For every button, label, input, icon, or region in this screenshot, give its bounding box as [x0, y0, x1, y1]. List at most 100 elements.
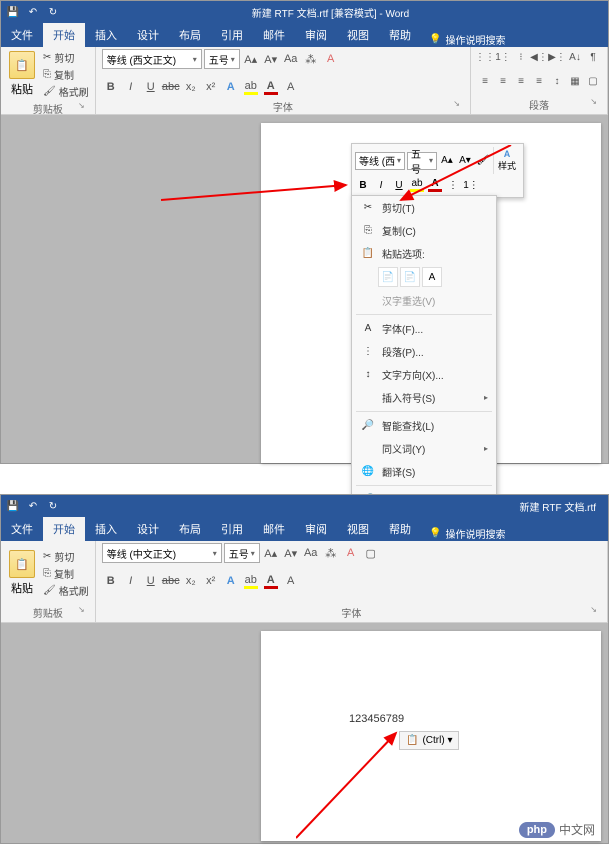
char-border-button[interactable]: ▢: [362, 543, 380, 563]
ctx-paragraph[interactable]: ⋮段落(P)...: [352, 340, 496, 363]
font-color-button[interactable]: A: [262, 77, 280, 97]
redo-icon[interactable]: ↻: [47, 500, 59, 512]
align-right-button[interactable]: ≡: [513, 73, 529, 89]
align-center-button[interactable]: ≡: [495, 73, 511, 89]
text-effects-button[interactable]: A: [222, 77, 240, 97]
expand-icon[interactable]: ↘: [453, 99, 460, 108]
tab-view[interactable]: 视图: [337, 517, 379, 541]
paste-button[interactable]: 📋 粘贴: [7, 548, 37, 598]
highlight-button[interactable]: ab: [242, 571, 260, 591]
tab-view[interactable]: 视图: [337, 23, 379, 47]
subscript-button[interactable]: x₂: [182, 77, 200, 97]
tab-insert[interactable]: 插入: [85, 23, 127, 47]
phonetic-button[interactable]: ⁂: [302, 49, 320, 69]
grow-font-button[interactable]: A▴: [242, 49, 260, 69]
superscript-button[interactable]: x²: [202, 77, 220, 97]
italic-button[interactable]: I: [122, 77, 140, 97]
grow-font-button[interactable]: A▴: [262, 543, 280, 563]
paste-keep-source-button[interactable]: 📄: [378, 267, 398, 287]
mini-italic[interactable]: I: [373, 176, 389, 194]
expand-icon[interactable]: ↘: [78, 605, 85, 614]
tab-mail[interactable]: 邮件: [253, 517, 295, 541]
tell-me-search[interactable]: 💡操作说明搜索: [421, 32, 513, 47]
clear-format-button[interactable]: A: [322, 49, 340, 69]
font-size-combo[interactable]: 五号▾: [204, 49, 240, 69]
tab-layout[interactable]: 布局: [169, 517, 211, 541]
copy-button[interactable]: ⎘复制: [43, 67, 89, 82]
paste-button[interactable]: 📋 粘贴: [7, 49, 37, 99]
ctx-translate[interactable]: 🌐翻译(S): [352, 460, 496, 483]
borders-button[interactable]: ▢: [585, 73, 601, 89]
ctx-smart-lookup[interactable]: 🔎智能查找(L): [352, 414, 496, 437]
save-icon[interactable]: 💾: [7, 500, 19, 512]
tab-insert[interactable]: 插入: [85, 517, 127, 541]
font-size-combo[interactable]: 五号▾: [224, 543, 260, 563]
tab-file[interactable]: 文件: [1, 517, 43, 541]
justify-button[interactable]: ≡: [531, 73, 547, 89]
paste-options-button[interactable]: 📋 (Ctrl) ▾: [399, 731, 459, 750]
tell-me-search[interactable]: 💡操作说明搜索: [421, 526, 513, 541]
copy-button[interactable]: ⎘复制: [43, 566, 89, 581]
expand-icon[interactable]: ↘: [590, 97, 597, 106]
bullets-button[interactable]: ⋮⋮: [477, 49, 493, 65]
multilevel-button[interactable]: ⁝: [513, 49, 529, 65]
superscript-button[interactable]: x²: [202, 571, 220, 591]
font-name-combo[interactable]: 等线 (中文正文)▾: [102, 543, 222, 563]
shrink-font-button[interactable]: A▾: [262, 49, 280, 69]
undo-icon[interactable]: ↶: [27, 6, 39, 18]
numbering-button[interactable]: 1⋮: [495, 49, 511, 65]
highlight-button[interactable]: ab: [242, 77, 260, 97]
decrease-indent-button[interactable]: ◀⋮: [531, 49, 547, 65]
tab-references[interactable]: 引用: [211, 517, 253, 541]
tab-layout[interactable]: 布局: [169, 23, 211, 47]
format-painter-button[interactable]: 🖌格式刷: [43, 84, 89, 99]
tab-design[interactable]: 设计: [127, 23, 169, 47]
strike-button[interactable]: abc: [162, 77, 180, 97]
redo-icon[interactable]: ↻: [47, 6, 59, 18]
align-left-button[interactable]: ≡: [477, 73, 493, 89]
phonetic-button[interactable]: ⁂: [322, 543, 340, 563]
tab-references[interactable]: 引用: [211, 23, 253, 47]
tab-design[interactable]: 设计: [127, 517, 169, 541]
tab-home[interactable]: 开始: [43, 517, 85, 541]
tab-help[interactable]: 帮助: [379, 23, 421, 47]
ctx-copy[interactable]: ⎘复制(C): [352, 219, 496, 242]
show-marks-button[interactable]: ¶: [585, 49, 601, 65]
bold-button[interactable]: B: [102, 77, 120, 97]
tab-help[interactable]: 帮助: [379, 517, 421, 541]
change-case-button[interactable]: Aa: [282, 49, 300, 69]
change-case-button[interactable]: Aa: [302, 543, 320, 563]
underline-button[interactable]: U: [142, 571, 160, 591]
shrink-font-button[interactable]: A▾: [282, 543, 300, 563]
tab-mail[interactable]: 邮件: [253, 23, 295, 47]
expand-icon[interactable]: ↘: [78, 101, 85, 110]
char-shading-button[interactable]: A: [282, 77, 300, 97]
tab-file[interactable]: 文件: [1, 23, 43, 47]
paste-merge-button[interactable]: 📄: [400, 267, 420, 287]
underline-button[interactable]: U: [142, 77, 160, 97]
italic-button[interactable]: I: [122, 571, 140, 591]
increase-indent-button[interactable]: ▶⋮: [549, 49, 565, 65]
tab-review[interactable]: 审阅: [295, 517, 337, 541]
ctx-insert-symbol[interactable]: 插入符号(S)▸: [352, 386, 496, 409]
strike-button[interactable]: abc: [162, 571, 180, 591]
ctx-font[interactable]: A字体(F)...: [352, 317, 496, 340]
shading-button[interactable]: ▦: [567, 73, 583, 89]
tab-review[interactable]: 审阅: [295, 23, 337, 47]
clear-format-button[interactable]: A: [342, 543, 360, 563]
ctx-text-direction[interactable]: ↕文字方向(X)...: [352, 363, 496, 386]
cut-button[interactable]: ✂剪切: [43, 50, 89, 65]
undo-icon[interactable]: ↶: [27, 500, 39, 512]
tab-home[interactable]: 开始: [43, 23, 85, 47]
save-icon[interactable]: 💾: [7, 6, 19, 18]
cut-button[interactable]: ✂剪切: [43, 549, 89, 564]
text-effects-button[interactable]: A: [222, 571, 240, 591]
expand-icon[interactable]: ↘: [590, 605, 597, 614]
font-name-combo[interactable]: 等线 (西文正文)▾: [102, 49, 202, 69]
format-painter-button[interactable]: 🖌格式刷: [43, 583, 89, 598]
font-color-button[interactable]: A: [262, 571, 280, 591]
paste-text-only-button[interactable]: A: [422, 267, 442, 287]
bold-button[interactable]: B: [102, 571, 120, 591]
line-spacing-button[interactable]: ↕: [549, 73, 565, 89]
sort-button[interactable]: A↓: [567, 49, 583, 65]
